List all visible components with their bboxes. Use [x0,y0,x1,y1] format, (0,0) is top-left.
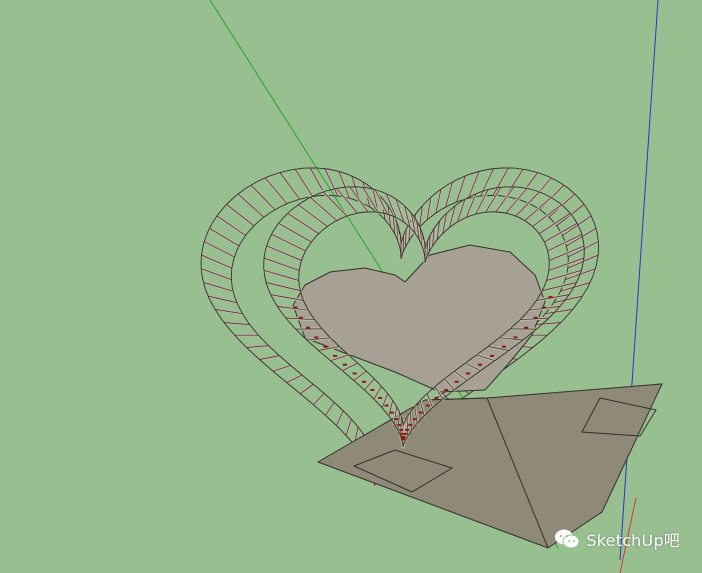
triangular-deck [316,383,663,549]
red-trim-dash [502,345,506,348]
inner-slat-edge [364,378,375,391]
red-trim-dash [390,411,394,414]
red-trim-dash [466,372,471,375]
red-trim-dash [352,372,357,375]
heart-floor [292,244,546,393]
red-trim-dash [548,296,553,299]
outer-slat-edge [264,177,288,205]
red-trim-dash [401,437,405,440]
red-trim-dash [524,326,529,329]
inner-slat-edge [265,282,301,291]
red-trim-dash [361,380,366,383]
red-trim-dash [490,354,494,357]
outer-slat-edge [272,365,291,372]
red-trim-dash [412,418,417,421]
red-trim-dash [418,411,423,414]
red-trim-dash [400,435,405,438]
outer-slat-edge [203,241,235,258]
red-trim-dash [384,404,389,407]
outer-slat-edge [312,393,325,406]
red-trim-dash [478,363,482,366]
outer-slat-edge [200,268,232,281]
red-trim-dash [405,428,410,431]
red-trim-dash [399,428,404,431]
red-trim-dash [342,363,347,366]
outer-slat-edge [226,203,255,227]
red-trim-dash [378,396,383,399]
sketchup-viewport[interactable]: SketchUp吧 [0,0,702,573]
model-scene[interactable] [0,0,702,573]
outer-slat-edge [294,168,313,197]
red-trim-dash [400,432,405,435]
red-trim-dash [306,326,311,329]
red-trim-dash [397,423,402,426]
outer-slat-edge [203,282,234,292]
red-trim-dash [333,354,338,357]
watermark-text: SketchUp吧 [586,531,680,550]
outer-slat-edge [405,229,407,248]
wechat-icon [555,529,580,549]
outer-slat-edge [250,184,276,211]
outer-slat-edge [299,383,314,395]
red-trim-dash [314,336,319,339]
outer-slat-edge [201,254,233,269]
watermark: SketchUp吧 [554,527,680,551]
outer-slat-edge [237,193,265,218]
outer-slat-edge [325,401,335,416]
red-trim-dash [434,396,439,399]
outer-slat-edge [336,410,344,426]
red-trim-dash [454,380,459,383]
red-trim-dash [533,316,538,319]
red-trim-dash [370,389,375,391]
red-trim-dash [394,418,399,421]
outer-slat-edge [492,167,509,196]
outer-slat-edge [216,215,246,236]
outer-slat-edge [345,418,352,436]
red-trim-dash [293,306,298,309]
outer-slat-edge [279,172,301,200]
red-trim-dash [444,389,449,391]
red-trim-dash [426,404,430,407]
blue-axis [619,0,659,561]
red-trim-dash [541,306,546,309]
outer-slat-edge [207,295,238,303]
red-trim-dash [299,316,303,319]
inner-slat-edge [263,269,300,281]
red-trim-dash [513,336,518,339]
outer-slat-edge [286,374,303,383]
red-trim-dash [323,345,328,348]
inner-slat-edge [263,257,300,271]
outer-slat-edge [209,227,240,247]
red-trim-dash [408,423,413,426]
